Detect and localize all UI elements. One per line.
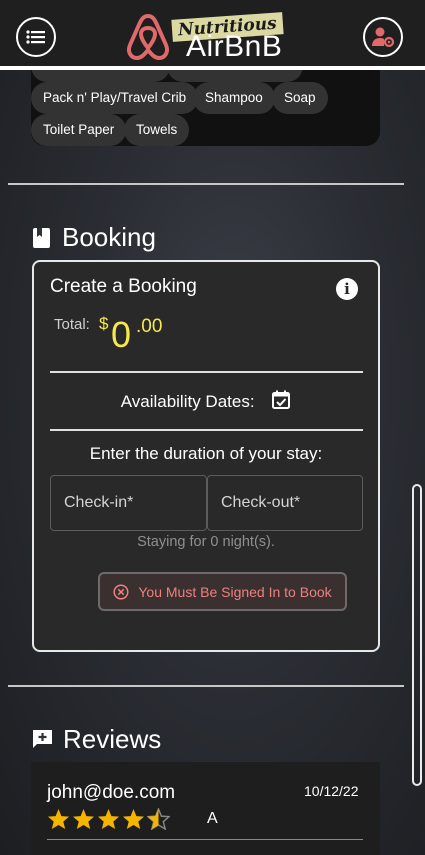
bookmark-book-icon	[33, 227, 50, 248]
info-icon[interactable]: i	[336, 278, 358, 300]
app-header: Nutritious AirBnB	[0, 0, 425, 68]
review-card: john@doe.com 10/12/22 A	[31, 762, 380, 855]
airbnb-logo-icon	[126, 14, 170, 60]
review-text: A	[207, 810, 218, 827]
star-full-icon	[122, 808, 145, 830]
amenity-chip: Shampoo	[193, 82, 275, 114]
header-divider	[0, 66, 425, 70]
star-full-icon	[47, 808, 70, 830]
review-date: 10/12/22	[304, 783, 359, 799]
booking-title: Booking	[62, 222, 156, 252]
user-gear-icon	[372, 27, 395, 48]
create-booking-title: Create a Booking	[50, 276, 197, 297]
price-dollars: 0	[111, 314, 132, 355]
add-comment-icon	[33, 730, 52, 748]
review-divider	[47, 839, 363, 840]
card-divider	[50, 429, 363, 431]
price-cents: .00	[136, 316, 163, 337]
menu-button[interactable]	[16, 17, 56, 57]
staying-nights-text: Staying for 0 night(s).	[137, 534, 275, 550]
section-divider	[8, 685, 404, 687]
total-label: Total:	[54, 316, 90, 333]
x-circle-icon	[113, 583, 129, 600]
logo-text: AirBnB	[186, 30, 283, 63]
amenity-chip: Soap	[272, 82, 328, 114]
profile-button[interactable]	[363, 17, 403, 57]
star-full-icon	[97, 808, 120, 830]
review-rating	[47, 808, 170, 830]
star-full-icon	[72, 808, 95, 830]
booking-heading: Booking	[32, 222, 156, 253]
availability-label: Availability Dates:	[120, 391, 255, 411]
amenity-chip: Toilet Paper	[31, 114, 127, 146]
list-icon	[26, 30, 45, 44]
calendar-check-icon[interactable]	[271, 390, 291, 415]
signin-to-book-button[interactable]: You Must Be Signed In to Book	[98, 572, 347, 611]
checkin-field[interactable]: Check-in*	[50, 475, 207, 531]
review-user: john@doe.com	[47, 782, 176, 803]
duration-prompt: Enter the duration of your stay:	[89, 444, 323, 463]
scrollbar-thumb[interactable]	[412, 484, 422, 786]
star-half-icon	[147, 808, 170, 830]
reviews-heading: Reviews	[32, 724, 161, 755]
signin-button-label: You Must Be Signed In to Book	[138, 583, 332, 600]
booking-card: Create a Booking i Total: $ 0 .00 Availa…	[32, 260, 380, 652]
reviews-title: Reviews	[63, 724, 162, 754]
amenity-chip: Towels	[124, 114, 190, 146]
checkout-field[interactable]: Check-out*	[207, 475, 363, 531]
card-divider	[50, 371, 363, 373]
section-divider	[8, 183, 404, 185]
app-logo[interactable]: Nutritious AirBnB	[122, 10, 302, 64]
amenity-chip: Pack n' Play/Travel Crib	[31, 82, 199, 114]
price-currency: $	[99, 314, 109, 333]
availability-row: Availability Dates:	[34, 390, 378, 415]
